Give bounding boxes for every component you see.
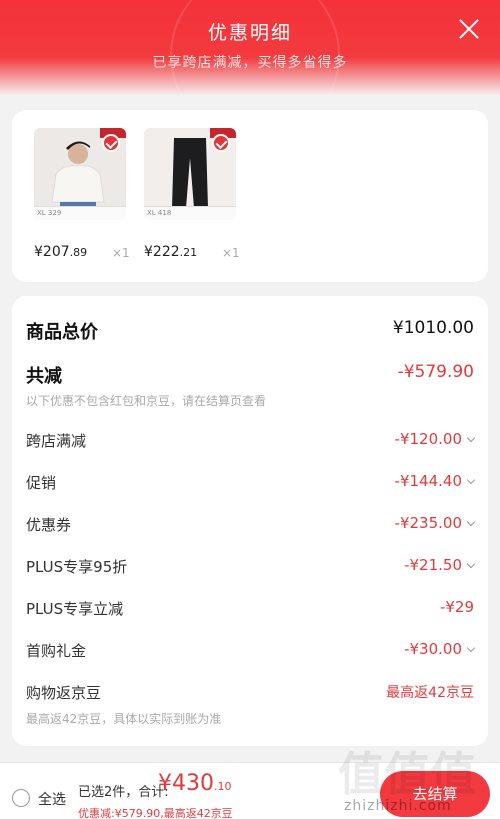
discount-value: -¥21.50	[404, 556, 462, 574]
total-reduce-row: 共减 -¥579.90	[26, 362, 474, 388]
total-price-label: 商品总价	[26, 322, 98, 343]
header: 优惠明细 已享跨店满减，买得多省得多	[0, 0, 500, 140]
jingdou-value: 最高返42京豆	[386, 685, 474, 701]
chevron-down-icon[interactable]	[466, 475, 476, 485]
discount-label: 促销	[26, 474, 57, 492]
price-cents: .21	[179, 246, 198, 259]
jingdou-label: 购物返京豆	[26, 684, 102, 702]
discount-row-plus-95[interactable]: PLUS专享95折 -¥21.50	[26, 556, 476, 582]
size-strip: XL 418	[144, 206, 236, 220]
savings-text[interactable]: 优惠减:¥579.90,最高返42京豆	[78, 805, 233, 819]
discount-value: -¥235.00	[394, 514, 462, 532]
discount-label: PLUS专享95折	[26, 558, 128, 576]
jingdou-note: 最高返42京豆，具体以实际到账为准	[26, 712, 222, 726]
product-image[interactable]: XL 418	[144, 128, 236, 220]
close-icon[interactable]	[458, 18, 480, 40]
total-reduce-value: -¥579.90	[397, 362, 474, 382]
settle-button[interactable]: 去结算	[380, 771, 490, 817]
discount-value: -¥120.00	[394, 430, 462, 448]
product-price: ¥222.21	[144, 244, 197, 260]
check-icon[interactable]	[212, 134, 230, 152]
discount-value: -¥144.40	[394, 472, 462, 490]
price-cents: .89	[69, 246, 88, 259]
chevron-down-icon[interactable]	[466, 643, 476, 653]
reduce-note: 以下优惠不包含红包和京豆，请在结算页查看	[26, 394, 267, 408]
discount-detail: 商品总价 ¥1010.00 共减 -¥579.90 以下优惠不包含红包和京豆，请…	[12, 296, 488, 746]
selected-count: 已选2件，合计:	[78, 785, 169, 800]
discount-row-promotion[interactable]: 促销 -¥144.40	[26, 472, 476, 498]
chevron-down-icon[interactable]	[466, 559, 476, 569]
product-qty: ×1	[112, 246, 130, 260]
chevron-down-icon[interactable]	[466, 517, 476, 527]
discount-value: -¥29	[439, 598, 474, 616]
discount-row-coupon[interactable]: 优惠券 -¥235.00	[26, 514, 476, 540]
page-title: 优惠明细	[207, 22, 292, 44]
total-cents: .10	[214, 780, 232, 793]
select-all-label[interactable]: 全选	[38, 789, 66, 809]
discount-label: 跨店满减	[26, 432, 87, 450]
total-main: ¥430	[158, 771, 214, 796]
checkout-bar: 全选 已选2件，合计: ¥430.10 优惠减:¥579.90,最高返42京豆 …	[0, 762, 500, 819]
product-image[interactable]: XL 329	[34, 128, 126, 220]
product-list: XL 329 ¥207.89 ×1 XL 418 ¥222.21 ×1	[12, 110, 488, 282]
discount-label: PLUS专享立减	[26, 600, 124, 618]
checkout-total: ¥430.10	[158, 771, 232, 796]
product-item[interactable]: XL 329	[34, 128, 126, 220]
discount-row-first-purchase[interactable]: 首购礼金 -¥30.00	[26, 640, 476, 666]
total-price-value: ¥1010.00	[392, 318, 474, 338]
discount-row-cross-store[interactable]: 跨店满减 -¥120.00	[26, 430, 476, 456]
discount-label: 首购礼金	[26, 642, 87, 660]
page-subtitle: 已享跨店满减，买得多省得多	[152, 55, 348, 71]
size-strip: XL 329	[34, 206, 126, 220]
discount-value: -¥30.00	[404, 640, 462, 658]
select-all-radio[interactable]	[12, 789, 30, 807]
check-icon[interactable]	[102, 134, 120, 152]
total-price-row: 商品总价 ¥1010.00	[26, 318, 474, 344]
discount-label: 优惠券	[26, 516, 72, 534]
product-item[interactable]: XL 418	[144, 128, 236, 220]
price-main: ¥222	[144, 244, 180, 260]
total-reduce-label: 共减	[26, 366, 62, 387]
product-qty: ×1	[222, 246, 240, 260]
price-main: ¥207	[34, 244, 70, 260]
product-price: ¥207.89	[34, 244, 87, 260]
jingdou-row: 购物返京豆 最高返42京豆	[26, 682, 474, 708]
chevron-down-icon[interactable]	[466, 433, 476, 443]
discount-row-plus-reduce: PLUS专享立减 -¥29	[26, 598, 474, 624]
